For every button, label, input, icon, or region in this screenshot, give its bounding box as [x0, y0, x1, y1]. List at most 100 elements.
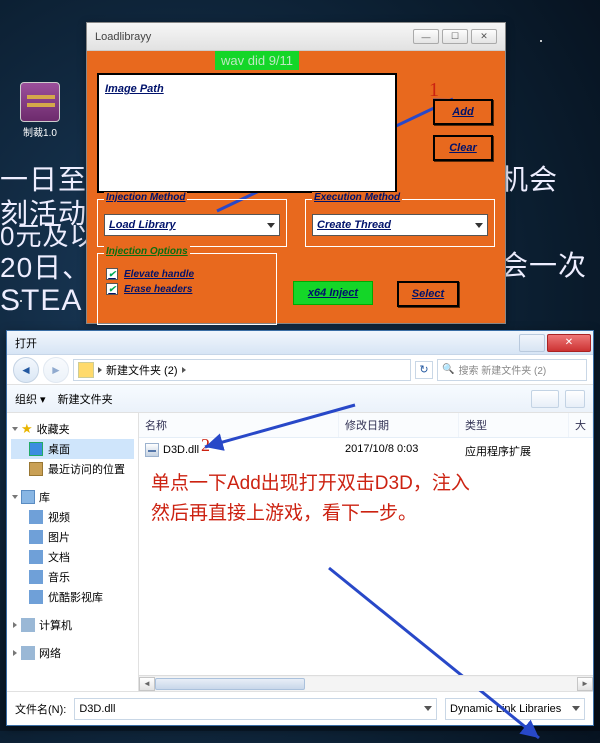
nav-doc[interactable]: 文档	[11, 547, 134, 567]
nav-youku[interactable]: 优酷影视库	[11, 587, 134, 607]
nav-recent[interactable]: 最近访问的位置	[11, 459, 134, 479]
organize-button[interactable]: 组织 ▾	[15, 391, 46, 407]
nav-video[interactable]: 视频	[11, 507, 134, 527]
nav-computer[interactable]: 计算机	[11, 615, 134, 635]
music-icon	[29, 570, 43, 584]
execution-method-combo[interactable]: Create Thread	[312, 214, 488, 236]
injection-method-combo[interactable]: Load Library	[104, 214, 280, 236]
nav-library[interactable]: 库	[11, 487, 134, 507]
x64-inject-button[interactable]: x64 Inject	[293, 281, 373, 305]
checkbox-icon: ✔	[106, 268, 118, 280]
maximize-button[interactable]: ☐	[442, 29, 468, 44]
file-date: 2017/10/8 0:03	[339, 441, 459, 461]
dialog-footer: 文件名(N): D3D.dll Dynamic Link Libraries	[7, 691, 593, 725]
clear-button[interactable]: Clear	[433, 135, 493, 161]
scroll-thumb[interactable]	[155, 678, 305, 690]
address-bar-row: ◄ ► 新建文件夹 (2) ↻ 🔍 搜索 新建文件夹 (2)	[7, 355, 593, 385]
chevron-down-icon	[267, 223, 275, 228]
expand-icon	[12, 495, 18, 499]
injection-options-label: Injection Options	[104, 246, 190, 257]
injection-options-group: Injection Options ✔ Elevate handle ✔ Era…	[97, 253, 277, 325]
search-input[interactable]: 🔍 搜索 新建文件夹 (2)	[437, 359, 587, 381]
col-type[interactable]: 类型	[459, 413, 569, 437]
close-button[interactable]: ✕	[547, 334, 591, 352]
nav-picture[interactable]: 图片	[11, 527, 134, 547]
window-title: Loadlibrayy	[95, 31, 151, 43]
back-button[interactable]: ◄	[13, 357, 39, 383]
star-icon: ★	[21, 421, 33, 437]
close-button[interactable]: ✕	[471, 29, 497, 44]
desktop-icon-label: 制裁1.0	[18, 124, 62, 139]
help-button[interactable]	[519, 334, 545, 352]
filename-label: 文件名(N):	[15, 701, 66, 717]
horizontal-scrollbar[interactable]: ◄ ►	[139, 675, 593, 691]
erase-headers-checkbox[interactable]: ✔ Erase headers	[106, 283, 268, 295]
search-placeholder: 搜索 新建文件夹 (2)	[458, 362, 546, 377]
annotation-2: 2	[201, 435, 210, 456]
chevron-down-icon	[475, 223, 483, 228]
youku-icon	[29, 590, 43, 604]
nav-favorites[interactable]: ★收藏夹	[11, 419, 134, 439]
expand-icon	[13, 622, 17, 628]
scroll-left-button[interactable]: ◄	[139, 677, 155, 691]
filename-input[interactable]: D3D.dll	[74, 698, 437, 720]
injector-window: Loadlibrayy — ☐ ✕ wav did 9/11 1 Image P…	[86, 22, 506, 324]
expand-icon	[13, 650, 17, 656]
file-list: 名称 修改日期 类型 大 D3D.dll 2017/10/8 0:03 应用程序…	[139, 413, 593, 691]
filename-value: D3D.dll	[79, 703, 115, 715]
credit-label: wav did 9/11	[215, 51, 299, 70]
breadcrumb-folder: 新建文件夹 (2)	[106, 362, 178, 378]
chevron-right-icon	[182, 367, 186, 373]
nav-desktop[interactable]: 桌面	[11, 439, 134, 459]
help-button[interactable]	[565, 390, 585, 408]
image-path-label: Image Path	[105, 83, 164, 95]
scroll-right-button[interactable]: ►	[577, 677, 593, 691]
view-button[interactable]	[531, 390, 559, 408]
video-icon	[29, 510, 43, 524]
chevron-right-icon	[98, 367, 102, 373]
filter-combo[interactable]: Dynamic Link Libraries	[445, 698, 585, 720]
col-date[interactable]: 修改日期	[339, 413, 459, 437]
computer-icon	[21, 618, 35, 632]
refresh-button[interactable]: ↻	[415, 361, 433, 379]
col-name[interactable]: 名称	[139, 413, 339, 437]
folder-icon	[78, 362, 94, 378]
nav-pane: ★收藏夹 桌面 最近访问的位置 库 视频 图片 文档 音乐 优酷影视库 计算机 …	[7, 413, 139, 691]
new-folder-button[interactable]: 新建文件夹	[58, 391, 113, 407]
option-label: Erase headers	[124, 284, 192, 295]
chevron-down-icon	[424, 706, 432, 711]
network-icon	[21, 646, 35, 660]
bg-text: 机会	[500, 158, 558, 198]
bg-text: 会一次	[500, 244, 587, 284]
nav-music[interactable]: 音乐	[11, 567, 134, 587]
col-size[interactable]: 大	[569, 413, 593, 437]
library-icon	[21, 490, 35, 504]
desktop-icon	[29, 442, 43, 456]
forward-button[interactable]: ►	[43, 357, 69, 383]
execution-method-group: Execution Method Create Thread	[305, 199, 495, 247]
filter-value: Dynamic Link Libraries	[450, 703, 561, 715]
elevate-handle-checkbox[interactable]: ✔ Elevate handle	[106, 268, 268, 280]
dialog-titlebar[interactable]: 打开 ✕	[7, 331, 593, 355]
desktop-rar-icon[interactable]: 制裁1.0	[18, 82, 62, 139]
checkbox-icon: ✔	[106, 283, 118, 295]
file-type: 应用程序扩展	[459, 441, 569, 461]
add-button[interactable]: Add	[433, 99, 493, 125]
image-path-group: Image Path	[97, 73, 397, 193]
expand-icon	[12, 427, 18, 431]
file-name: D3D.dll	[163, 444, 199, 456]
execution-method-value: Create Thread	[317, 219, 391, 231]
bg-text: STEA	[0, 284, 82, 318]
minimize-button[interactable]: —	[413, 29, 439, 44]
toolbar: 组织 ▾ 新建文件夹	[7, 385, 593, 413]
nav-network[interactable]: 网络	[11, 643, 134, 663]
breadcrumb[interactable]: 新建文件夹 (2)	[73, 359, 411, 381]
dialog-title: 打开	[15, 335, 37, 351]
option-label: Elevate handle	[124, 269, 194, 280]
recent-icon	[29, 462, 43, 476]
select-button[interactable]: Select	[397, 281, 459, 307]
scroll-track[interactable]	[155, 677, 577, 691]
titlebar[interactable]: Loadlibrayy — ☐ ✕	[87, 23, 505, 51]
document-icon	[29, 550, 43, 564]
chevron-down-icon	[572, 706, 580, 711]
